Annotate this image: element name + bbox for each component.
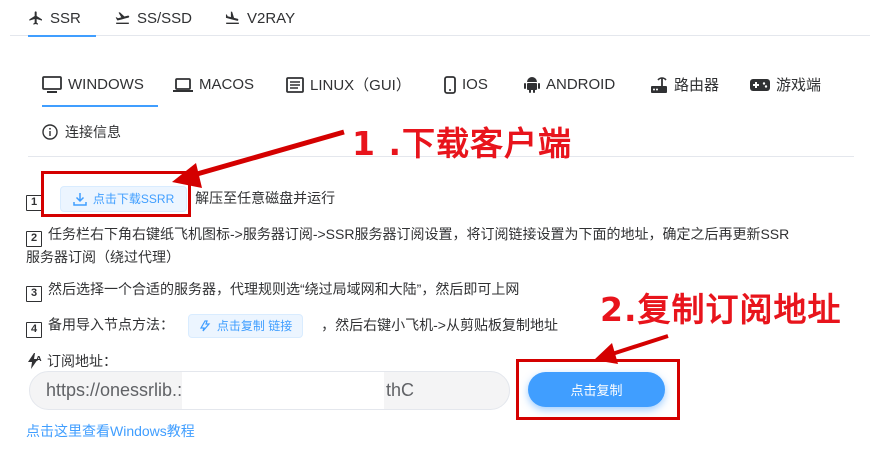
annotation-arrows [172,129,669,364]
arrow-line-2 [611,334,669,356]
arrow-head-2 [594,343,618,364]
arrow-head-1 [172,163,202,188]
arrow-line-1 [189,129,345,179]
